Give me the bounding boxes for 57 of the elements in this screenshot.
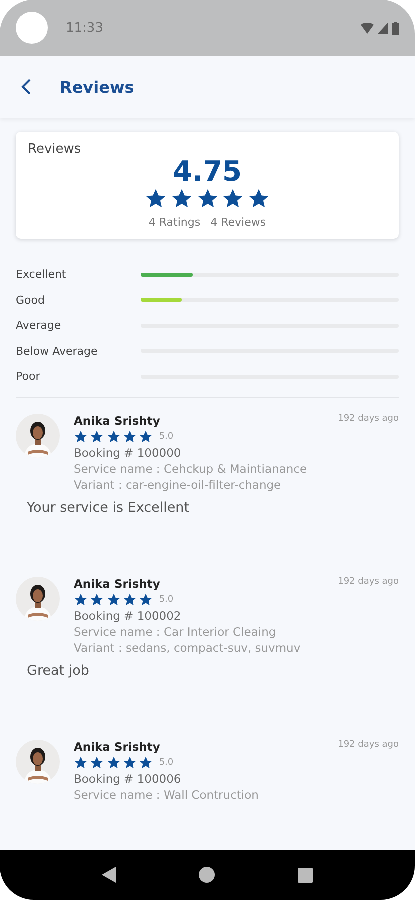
page-title: Reviews [60,78,134,96]
average-score: 4.75 [172,155,242,188]
star-icon [196,188,218,210]
star-icon [222,188,244,210]
rating-label: Poor [16,370,42,384]
service-name: Service name : Cehckup & Maintianance [74,462,308,476]
booking-number: Booking # 100006 [74,772,182,786]
review-comment: Your service is Excellent [27,500,191,516]
review-comment: Great job [27,662,90,678]
card-title: Reviews [28,142,82,157]
star-icon [122,592,137,606]
star-icon [106,756,121,770]
star-icon [90,430,104,444]
rating-value: 5.0 [159,594,174,604]
star-icon [139,430,154,444]
wifi-icon [361,22,374,34]
booking-number: Booking # 100002 [74,608,182,622]
signal-icon [378,22,388,34]
booking-number: Booking # 100000 [74,446,182,460]
rating-label: Good [16,294,46,307]
service-name: Service name : Car Interior Cleaing [74,624,278,638]
star-icon [170,188,193,210]
star-icon [74,756,88,770]
star-icon [122,430,137,444]
rating-label: Excellent [16,268,68,282]
reviewer-name: Anika Srishty [74,576,162,590]
ratings-count: 4 Ratings [148,216,201,229]
back-nav-button[interactable] [102,867,116,883]
reviewer-name: Anika Srishty [74,740,162,754]
home-nav-button[interactable] [198,867,215,883]
star-icon [74,430,88,444]
variant: Variant : sedans, compact-suv, suvmuv [74,640,302,654]
star-icon [248,188,270,210]
battery-icon [392,22,399,34]
review-time: 192 days ago [338,740,399,752]
rating-value: 5.0 [159,432,174,442]
reviews-count: 4 Reviews [210,216,266,229]
star-icon [90,756,104,770]
camera-cutout [16,12,48,44]
star-icon [106,430,121,444]
rating-label: Below Average [16,344,99,358]
star-icon [122,756,137,770]
star-icon [74,592,88,606]
recents-nav-button[interactable] [298,868,314,882]
rating-value: 5.0 [159,758,174,768]
star-icon [90,592,104,606]
star-icon [139,592,154,606]
review-time: 192 days ago [338,414,399,426]
status-time: 11:33 [66,20,104,36]
review-time: 192 days ago [338,576,399,588]
variant: Variant : car-engine-oil-filter-change [74,478,282,492]
rating-label: Average [16,319,62,332]
star-icon [139,756,154,770]
star-icon [106,592,121,606]
star-icon [145,188,168,210]
reviewer-name: Anika Srishty [74,414,162,428]
service-name: Service name : Wall Contruction [74,788,260,802]
